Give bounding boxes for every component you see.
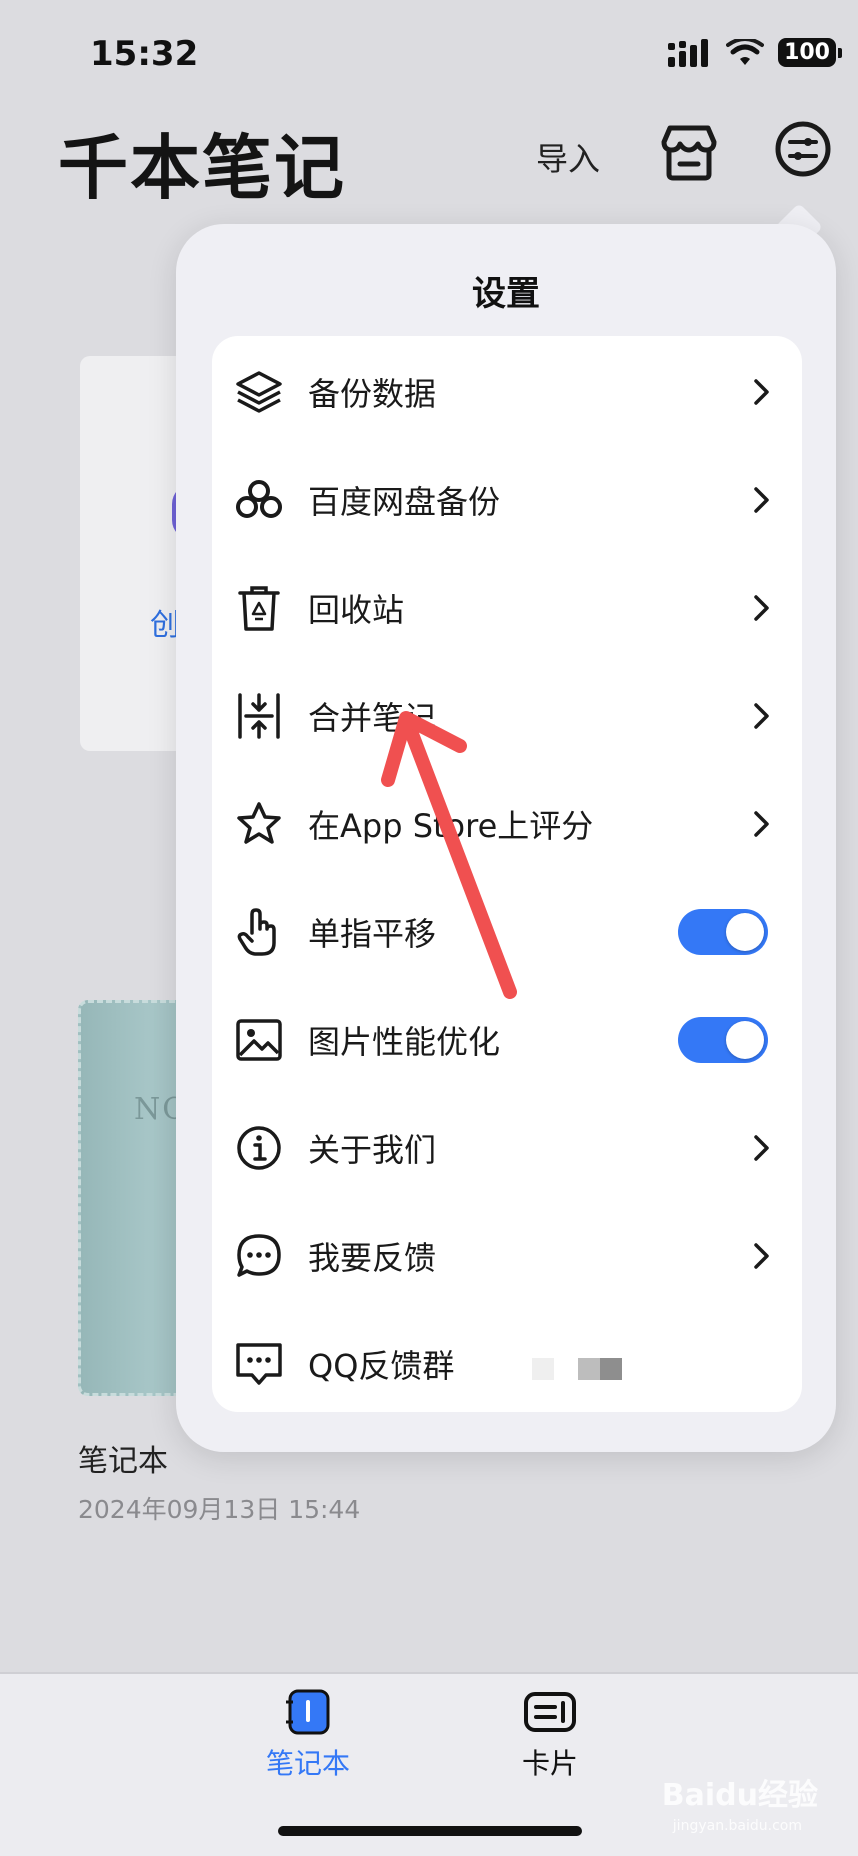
chevron-right-icon [754, 379, 769, 405]
star-icon [237, 802, 281, 844]
info-icon [237, 1126, 281, 1170]
recycle-bin-icon [238, 586, 280, 631]
menu-item-about[interactable]: 关于我们 [212, 1094, 802, 1202]
chat-bubble-icon [237, 1234, 281, 1277]
toggle-knob [726, 1021, 764, 1059]
redacted-mark [600, 1358, 622, 1380]
single-finger-pan-toggle[interactable] [678, 909, 768, 955]
menu-item-label: QQ反馈群 [308, 1347, 455, 1385]
status-indicators: 100 [668, 38, 842, 67]
battery-indicator: 100 [778, 38, 842, 67]
cloud-icon [236, 480, 282, 518]
menu-item-label: 回收站 [308, 591, 405, 629]
chevron-right-icon [754, 1135, 769, 1161]
redacted-mark [532, 1358, 554, 1380]
menu-item-baidu-backup[interactable]: 百度网盘备份 [212, 446, 802, 554]
chevron-right-icon [754, 703, 769, 729]
toggle-knob [726, 913, 764, 951]
menu-item-label: 关于我们 [308, 1131, 437, 1169]
menu-item-label: 我要反馈 [308, 1239, 437, 1277]
menu-item-label: 备份数据 [308, 375, 437, 413]
image-icon [236, 1019, 282, 1061]
chevron-right-icon [754, 1243, 769, 1269]
create-notebook-card[interactable] [80, 356, 190, 751]
wifi-icon [726, 38, 765, 65]
menu-item-backup[interactable]: 备份数据 [212, 338, 802, 446]
tab-notebook-label: 笔记本 [265, 1747, 350, 1780]
menu-item-label: 图片性能优化 [308, 1023, 501, 1061]
tab-notebook[interactable]: 笔记本 [258, 1688, 358, 1782]
layers-icon [236, 371, 282, 413]
notebook-name[interactable]: 笔记本 [78, 1436, 168, 1480]
chevron-right-icon [754, 595, 769, 621]
menu-item-recycle-bin[interactable]: 回收站 [212, 554, 802, 662]
menu-item-feedback[interactable]: 我要反馈 [212, 1202, 802, 1310]
app-title: 千本笔记 [58, 127, 346, 209]
home-indicator[interactable] [278, 1826, 582, 1836]
import-button[interactable]: 导入 [536, 134, 600, 180]
watermark-url: jingyan.baidu.com [672, 1818, 802, 1834]
merge-icon [238, 693, 280, 739]
cellular-signal-icon [668, 38, 709, 67]
notebook-date: 2024年09月13日 15:44 [78, 1495, 361, 1524]
tab-card[interactable]: 卡片 [500, 1688, 600, 1782]
chevron-right-icon [754, 487, 769, 513]
store-icon[interactable] [656, 120, 722, 186]
tab-card-label: 卡片 [521, 1747, 578, 1780]
annotation-arrow [381, 711, 517, 999]
settings-sliders-icon[interactable] [774, 120, 832, 178]
notebook-tab-icon [286, 1689, 330, 1735]
menu-item-label: 百度网盘备份 [308, 483, 501, 521]
watermark-logo: Baidu经验 [661, 1778, 818, 1813]
image-optimization-toggle[interactable] [678, 1017, 768, 1063]
chevron-right-icon [754, 811, 769, 837]
settings-title: 设置 [472, 274, 540, 314]
redacted-mark [578, 1358, 600, 1380]
menu-item-qq-group[interactable]: QQ反馈群 [212, 1310, 802, 1412]
status-time: 15:32 [90, 34, 199, 74]
message-icon [236, 1343, 282, 1385]
hand-pointer-icon [237, 908, 276, 956]
card-tab-icon [524, 1692, 576, 1732]
